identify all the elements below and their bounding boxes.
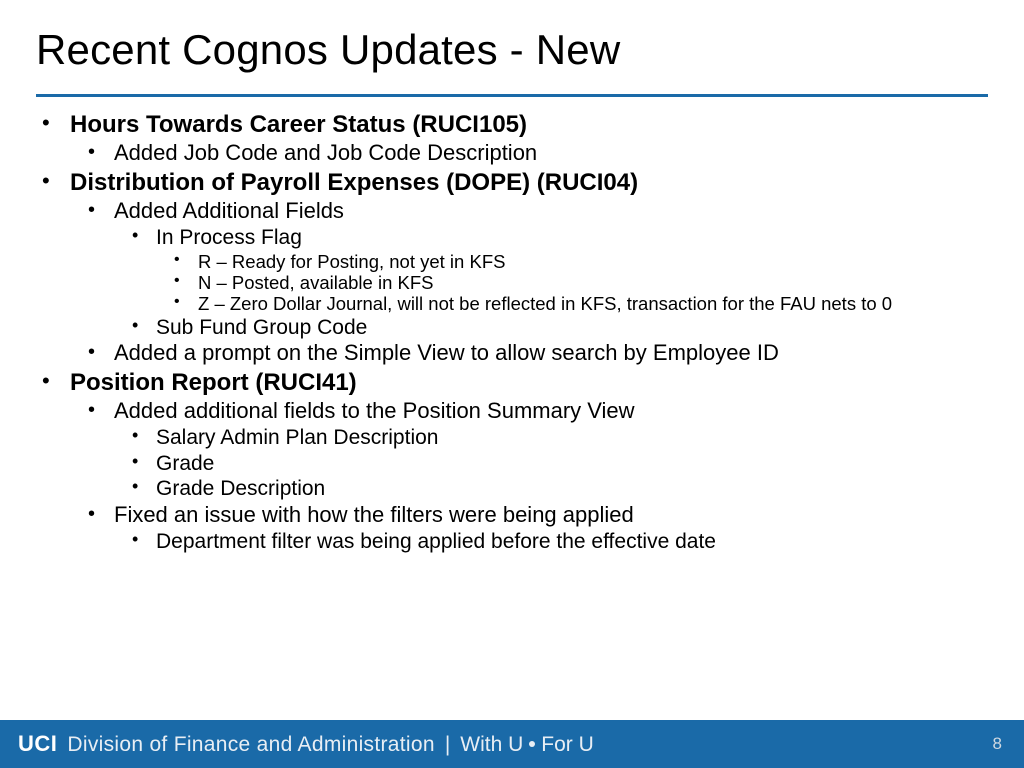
bullet-3: Position Report (RUCI41) Added additiona… [36, 368, 988, 554]
footer-content: UCI Division of Finance and Administrati… [0, 731, 594, 757]
bullet-3-sub-1-text: Added additional fields to the Position … [114, 398, 635, 423]
bullet-2-label: Distribution of Payroll Expenses (DOPE) … [70, 169, 638, 196]
footer-tagline-post: For U [541, 733, 594, 756]
bullet-3-sub-2-text: Fixed an issue with how the filters were… [114, 502, 634, 527]
bullet-3-label: Position Report (RUCI41) [70, 369, 357, 396]
bullet-3-sub-2: Fixed an issue with how the filters were… [70, 502, 988, 554]
bullet-2-sub-1a2: N – Posted, available in KFS [156, 272, 988, 293]
bullet-2-sub-1b: Sub Fund Group Code [114, 315, 988, 341]
bullet-3-sub-2a: Department filter was being applied befo… [114, 529, 988, 555]
footer-bar: UCI Division of Finance and Administrati… [0, 720, 1024, 768]
bullet-2-sub-1: Added Additional Fields In Process Flag … [70, 198, 988, 340]
footer-separator: | [445, 733, 450, 757]
bullet-2-sub-1a-text: In Process Flag [156, 226, 302, 249]
bullet-3-sub-1a: Salary Admin Plan Description [114, 425, 988, 451]
bullet-3-sub-1b: Grade [114, 451, 988, 477]
slide-title: Recent Cognos Updates - New [36, 26, 620, 74]
bullet-2-sub-1a3: Z – Zero Dollar Journal, will not be ref… [156, 293, 988, 314]
slide-content: Hours Towards Career Status (RUCI105) Ad… [36, 110, 988, 555]
bullet-2-sub-2: Added a prompt on the Simple View to all… [70, 340, 988, 367]
footer-division: Division of Finance and Administration [67, 733, 434, 757]
page-number: 8 [993, 734, 1002, 754]
slide: Recent Cognos Updates - New Hours Toward… [0, 0, 1024, 768]
bullet-2-sub-1a1: R – Ready for Posting, not yet in KFS [156, 251, 988, 272]
bullet-3-sub-1c: Grade Description [114, 476, 988, 502]
title-rule [36, 94, 988, 97]
bullet-2-sub-1a: In Process Flag R – Ready for Posting, n… [114, 225, 988, 314]
bullet-2-sub-1-text: Added Additional Fields [114, 198, 344, 223]
dot-icon [529, 741, 535, 747]
bullet-2: Distribution of Payroll Expenses (DOPE) … [36, 168, 988, 367]
footer-tagline: With U For U [460, 733, 594, 757]
bullet-1-label: Hours Towards Career Status (RUCI105) [70, 111, 527, 138]
bullet-3-sub-1: Added additional fields to the Position … [70, 398, 988, 502]
footer-org: UCI [18, 731, 57, 757]
bullet-1-sub-1: Added Job Code and Job Code Description [70, 140, 988, 167]
footer-tagline-pre: With U [460, 733, 523, 756]
bullet-1: Hours Towards Career Status (RUCI105) Ad… [36, 110, 988, 167]
